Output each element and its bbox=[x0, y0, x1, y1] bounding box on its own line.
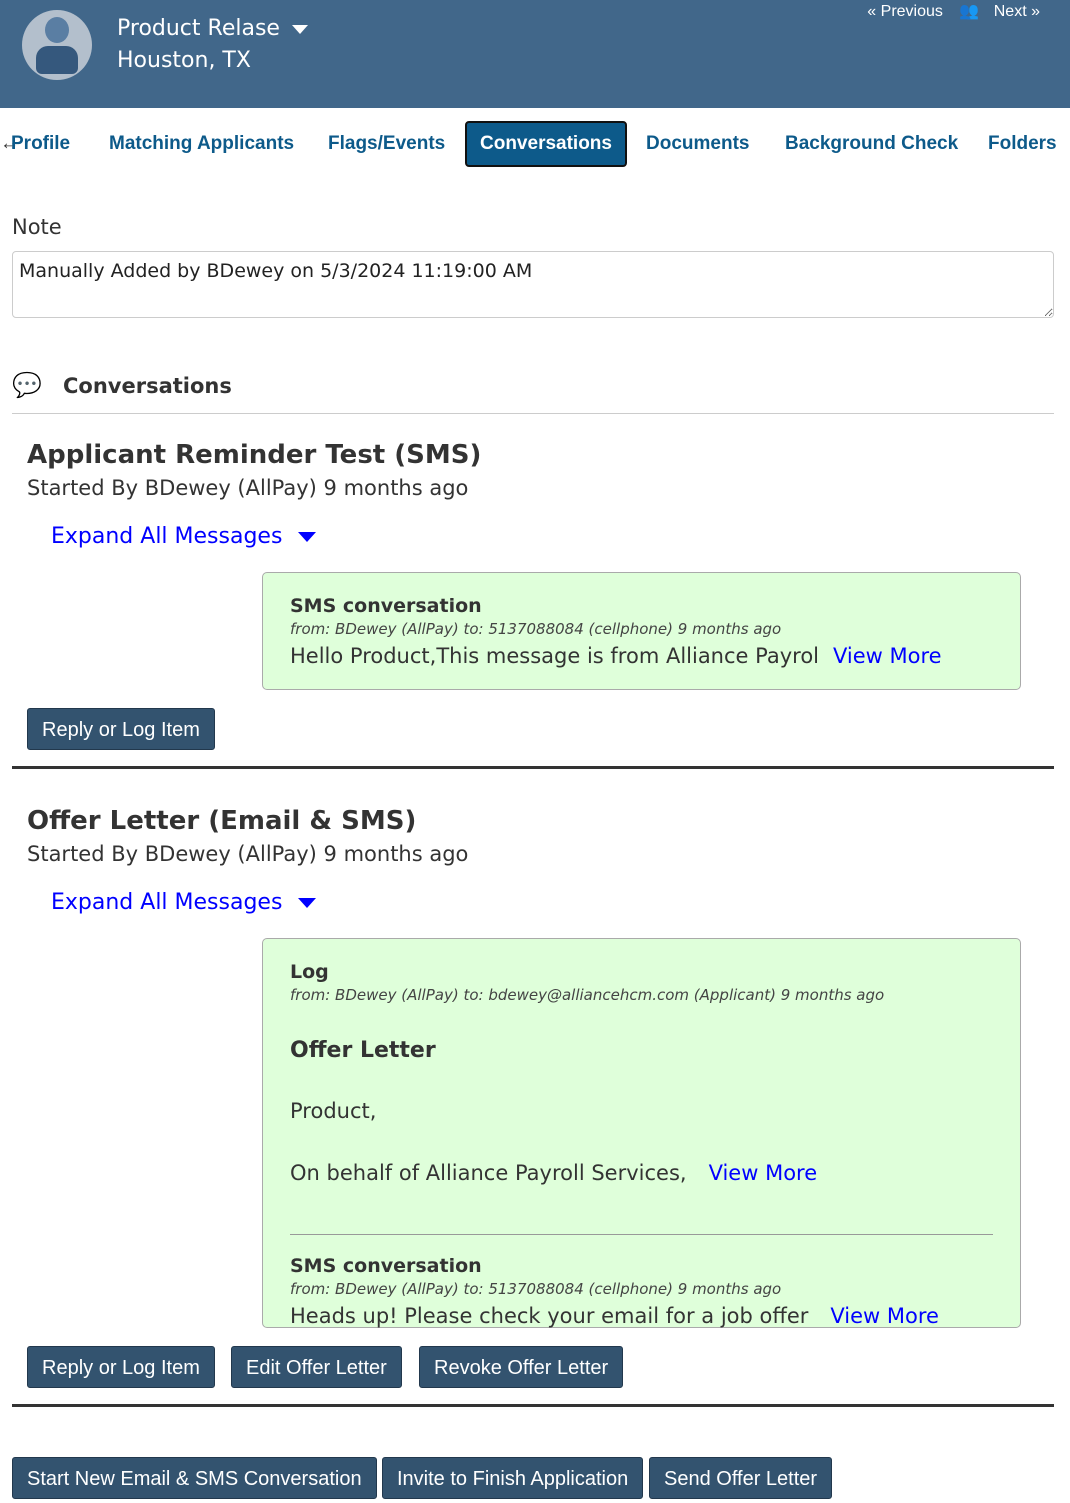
tab-matching-applicants[interactable]: Matching Applicants bbox=[109, 121, 294, 167]
message-type: SMS conversation bbox=[290, 595, 482, 617]
message-body: Hello Product,This message is from Allia… bbox=[290, 644, 820, 668]
expand-label: Expand All Messages bbox=[51, 890, 283, 915]
edit-offer-letter-button[interactable]: Edit Offer Letter bbox=[231, 1346, 402, 1388]
start-new-conversation-button[interactable]: Start New Email & SMS Conversation bbox=[12, 1457, 377, 1499]
conversations-header: 💬 Conversations bbox=[12, 368, 1054, 414]
message-card: SMS conversation from: BDewey (AllPay) t… bbox=[262, 572, 1021, 690]
section-divider bbox=[12, 766, 1054, 769]
note-label: Note bbox=[12, 215, 62, 239]
tab-profile[interactable]: ↔Profile bbox=[0, 121, 70, 167]
section-divider bbox=[12, 1404, 1054, 1407]
tab-folders[interactable]: Folders bbox=[988, 121, 1057, 167]
view-more-link[interactable]: View More bbox=[830, 1304, 939, 1328]
reply-or-log-item-button[interactable]: Reply or Log Item bbox=[27, 708, 215, 750]
view-more-link[interactable]: View More bbox=[833, 644, 942, 668]
expand-all-messages-link[interactable]: Expand All Messages bbox=[51, 524, 317, 549]
comment-dots-icon: 💬 bbox=[12, 371, 42, 399]
invite-to-finish-application-button[interactable]: Invite to Finish Application bbox=[382, 1457, 644, 1499]
message-meta: from: BDewey (AllPay) to: bdewey@allianc… bbox=[290, 986, 885, 1004]
conversation-section: Offer Letter (Email & SMS) Started By BD… bbox=[12, 806, 1054, 1406]
applicant-header: Product Relase Houston, TX « Previous 👥 … bbox=[0, 0, 1070, 108]
view-more-link[interactable]: View More bbox=[709, 1161, 818, 1185]
message-card: Log from: BDewey (AllPay) to: bdewey@all… bbox=[262, 938, 1021, 1328]
conversation-title: Offer Letter (Email & SMS) bbox=[27, 806, 417, 836]
users-icon[interactable]: 👥 bbox=[959, 3, 979, 20]
tab-bar: ↔Profile Matching Applicants Flags/Event… bbox=[0, 121, 1070, 167]
tab-conversations[interactable]: Conversations bbox=[465, 121, 627, 167]
previous-label: Previous bbox=[880, 3, 943, 20]
double-chevron-right-icon: » bbox=[1031, 3, 1040, 20]
message-body: Heads up! Please check your email for a … bbox=[290, 1304, 809, 1328]
message-meta: from: BDewey (AllPay) to: 5137088084 (ce… bbox=[290, 1280, 782, 1298]
caret-down-icon bbox=[298, 898, 317, 908]
reply-or-log-item-button[interactable]: Reply or Log Item bbox=[27, 1346, 215, 1388]
tab-background-check[interactable]: Background Check bbox=[785, 121, 958, 167]
revoke-offer-letter-button[interactable]: Revoke Offer Letter bbox=[419, 1346, 624, 1388]
expand-all-messages-link[interactable]: Expand All Messages bbox=[51, 890, 317, 915]
message-meta: from: BDewey (AllPay) to: 5137088084 (ce… bbox=[290, 620, 782, 638]
tab-flags-events[interactable]: Flags/Events bbox=[328, 121, 445, 167]
message: SMS conversation from: BDewey (AllPay) t… bbox=[290, 1255, 993, 1328]
previous-button[interactable]: « Previous bbox=[857, 3, 943, 20]
avatar-icon bbox=[22, 10, 92, 80]
next-button[interactable]: Next » bbox=[994, 3, 1040, 20]
message-heading: Offer Letter bbox=[290, 1038, 436, 1063]
send-offer-letter-button[interactable]: Send Offer Letter bbox=[649, 1457, 833, 1499]
note-textarea[interactable]: Manually Added by BDewey on 5/3/2024 11:… bbox=[12, 251, 1054, 318]
message: SMS conversation from: BDewey (AllPay) t… bbox=[290, 595, 993, 668]
caret-down-icon bbox=[291, 24, 308, 34]
conversations-title: Conversations bbox=[63, 374, 232, 398]
double-chevron-left-icon: « bbox=[867, 3, 877, 20]
conversation-started-by: Started By BDewey (AllPay) 9 months ago bbox=[27, 842, 469, 866]
message: Log from: BDewey (AllPay) to: bdewey@all… bbox=[290, 961, 993, 1235]
conversation-title: Applicant Reminder Test (SMS) bbox=[27, 440, 482, 470]
tab-documents[interactable]: Documents bbox=[646, 121, 749, 167]
conversation-section: Applicant Reminder Test (SMS) Started By… bbox=[12, 440, 1054, 770]
caret-down-icon bbox=[298, 532, 317, 542]
message-greeting: Product, bbox=[290, 1099, 377, 1123]
expand-label: Expand All Messages bbox=[51, 524, 283, 549]
next-label: Next bbox=[993, 3, 1027, 20]
tab-label: Profile bbox=[11, 133, 71, 154]
applicant-navigation: « Previous 👥 Next » bbox=[847, 1, 1040, 21]
applicant-name-dropdown[interactable]: Product Relase bbox=[117, 16, 308, 41]
applicant-location: Houston, TX bbox=[117, 48, 251, 73]
message-type: Log bbox=[290, 961, 329, 983]
message-body: On behalf of Alliance Payroll Services, bbox=[290, 1161, 687, 1185]
applicant-name: Product Relase bbox=[117, 16, 280, 41]
message-type: SMS conversation bbox=[290, 1255, 482, 1277]
conversation-started-by: Started By BDewey (AllPay) 9 months ago bbox=[27, 476, 469, 500]
